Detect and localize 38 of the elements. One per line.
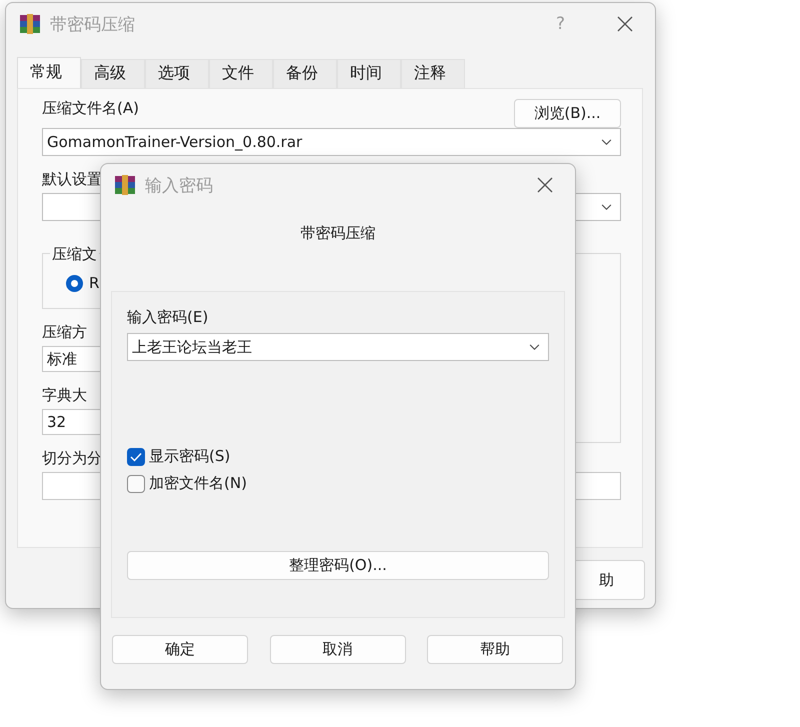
chevron-icon — [529, 344, 540, 350]
format-group-label: 压缩文 — [50, 245, 99, 264]
tab[interactable]: 备份 — [273, 59, 337, 88]
archive-name-field[interactable]: GomamonTrainer-Version_0.80.rar — [42, 128, 621, 156]
archive-name-label: 压缩文件名(A) — [42, 99, 139, 118]
close-icon[interactable] — [537, 177, 553, 193]
books-icon — [114, 174, 136, 196]
browse-button[interactable]: 浏览(B)... — [514, 99, 621, 128]
checkbox-label: 显示密码(S) — [149, 447, 230, 466]
checkbox[interactable] — [127, 448, 145, 466]
books-icon — [19, 13, 41, 35]
radio-button[interactable] — [66, 274, 83, 292]
dictionary-label: 字典大 — [42, 386, 87, 405]
organize-passwords-button[interactable]: 整理密码(O)... — [127, 551, 549, 580]
split-label: 切分为分 — [42, 449, 102, 468]
close-icon[interactable] — [617, 16, 633, 32]
dialog-button[interactable]: 帮助 — [427, 635, 563, 664]
tab[interactable]: 选项 — [145, 59, 209, 88]
check-icon — [130, 452, 142, 462]
tab[interactable]: 时间 — [337, 59, 401, 88]
profile-label: 默认设置 — [42, 170, 102, 189]
tab[interactable]: 常规 — [17, 57, 81, 88]
window-title: 带密码压缩 — [50, 14, 136, 36]
dialog-subtitle: 带密码压缩 — [300, 224, 376, 243]
checkbox-label: 加密文件名(N) — [149, 474, 247, 493]
tab[interactable]: 注释 — [401, 59, 465, 88]
password-field[interactable]: 上老王论坛当老王 — [127, 333, 549, 361]
dialog-button[interactable]: 确定 — [112, 635, 248, 664]
chevron-icon — [601, 138, 612, 146]
tab[interactable]: 文件 — [209, 59, 273, 88]
radio-label: R — [89, 274, 100, 292]
method-label: 压缩方 — [42, 323, 87, 342]
password-label: 输入密码(E) — [127, 308, 208, 327]
tab[interactable]: 高级 — [81, 59, 145, 88]
chevron-icon — [601, 204, 612, 210]
window-title: 输入密码 — [145, 174, 214, 196]
checkbox[interactable] — [127, 474, 145, 492]
dialog-button[interactable]: 取消 — [270, 635, 406, 664]
